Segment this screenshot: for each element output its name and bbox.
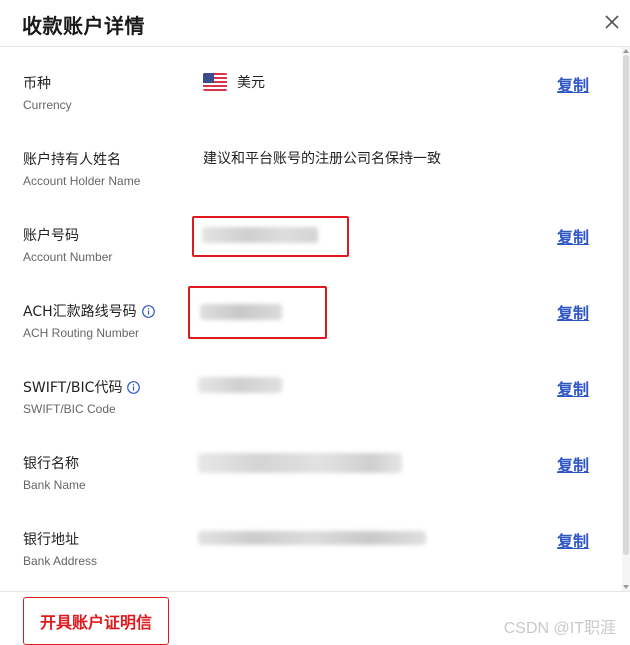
bank-address-label-en: Bank Address [23, 554, 98, 568]
dialog-header: 收款账户详情 [0, 0, 630, 47]
copy-bank-name-button[interactable]: 复制 [557, 452, 589, 476]
dialog-title: 收款账户详情 [22, 14, 145, 38]
account-number-highlight [192, 216, 349, 257]
info-icon[interactable] [141, 304, 155, 318]
account-number-label: 账户号码 [23, 228, 79, 244]
copy-bank-address-button[interactable]: 复制 [557, 528, 589, 552]
bank-name-label: 银行名称 [23, 456, 79, 472]
bank-address-label: 银行地址 [23, 532, 79, 548]
ach-routing-label-text: ACH汇款路线号码 [23, 304, 137, 320]
bank-name-label-en: Bank Name [23, 478, 86, 492]
swift-label-en: SWIFT/BIC Code [23, 402, 116, 416]
copy-account-number-button[interactable]: 复制 [557, 224, 589, 248]
copy-swift-button[interactable]: 复制 [557, 376, 589, 400]
holder-name-row: 账户持有人姓名 Account Holder Name 建议和平台账号的注册公司… [0, 123, 622, 199]
swift-label-text: SWIFT/BIC代码 [23, 380, 123, 396]
issue-account-certificate-button[interactable]: 开具账户证明信 [23, 597, 169, 645]
holder-name-label-en: Account Holder Name [23, 174, 141, 188]
scroll-down-arrow-icon[interactable] [623, 585, 629, 589]
watermark-text: CSDN @IT职涯 [503, 620, 616, 637]
swift-blurred-value [198, 377, 282, 393]
account-number-row: 账户号码 Account Number 复制 [0, 199, 622, 275]
dialog-body: 币种 Currency 美元 复制 账户持有人姓名 Account Holder… [0, 47, 622, 591]
bank-name-row: 银行名称 Bank Name 复制 [0, 427, 622, 503]
bank-name-blurred-value [198, 453, 402, 473]
bank-address-row: 银行地址 Bank Address 复制 [0, 503, 622, 579]
ach-routing-label-en: ACH Routing Number [23, 326, 140, 340]
us-flag-icon [203, 73, 227, 91]
copy-currency-button[interactable]: 复制 [557, 72, 589, 96]
scrollbar-thumb[interactable] [623, 55, 629, 555]
dialog-footer: 开具账户证明信 CSDN @IT职涯 [0, 591, 630, 645]
ach-routing-row: ACH汇款路线号码 ACH Routing Number 复制 [0, 275, 622, 351]
scroll-up-arrow-icon[interactable] [623, 49, 629, 53]
ach-routing-highlight [188, 286, 327, 339]
close-icon[interactable] [603, 13, 621, 31]
ach-routing-label: ACH汇款路线号码 [23, 301, 155, 321]
account-details-dialog: 收款账户详情 币种 Currency 美元 复制 账户持有人姓名 Account… [0, 0, 630, 645]
bank-address-blurred-value [198, 531, 426, 545]
currency-value: 美元 [203, 72, 265, 92]
swift-label: SWIFT/BIC代码 [23, 377, 141, 397]
swift-row: SWIFT/BIC代码 SWIFT/BIC Code 复制 [0, 351, 622, 427]
currency-label-en: Currency [23, 98, 72, 112]
scrollbar[interactable] [622, 47, 630, 591]
holder-name-label: 账户持有人姓名 [23, 152, 121, 168]
account-number-label-en: Account Number [23, 250, 113, 264]
currency-text: 美元 [237, 75, 265, 91]
currency-row: 币种 Currency 美元 复制 [0, 47, 622, 123]
info-icon[interactable] [127, 380, 141, 394]
holder-name-value: 建议和平台账号的注册公司名保持一致 [203, 151, 441, 167]
copy-ach-routing-button[interactable]: 复制 [557, 300, 589, 324]
currency-label: 币种 [23, 76, 51, 92]
